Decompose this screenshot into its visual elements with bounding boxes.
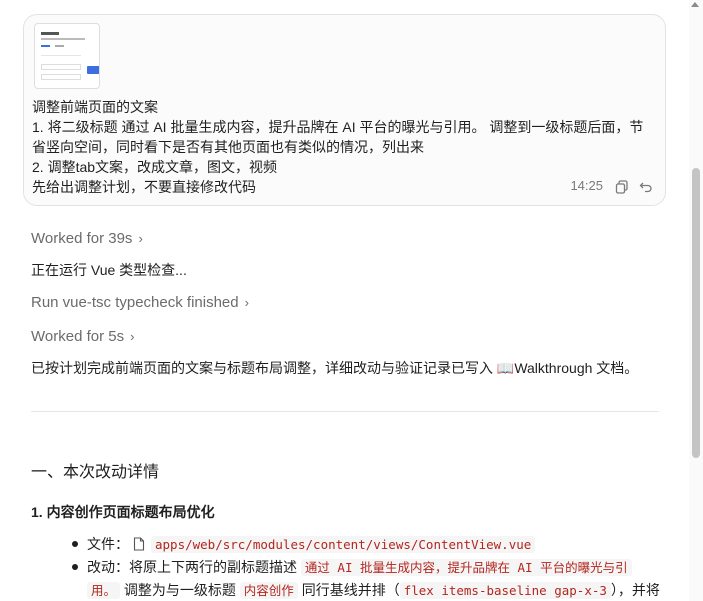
bullet-dot: [72, 564, 78, 570]
section-heading: 一、本次改动详情: [31, 464, 160, 481]
scrollbar-thumb[interactable]: [692, 168, 700, 458]
user-message-line: 先给出调整计划，不要直接修改代码: [32, 179, 256, 195]
divider: [31, 411, 659, 412]
typecheck-toggle[interactable]: Run vue-tsc typecheck finished ›: [31, 293, 249, 313]
user-message-line: 调整前端页面的文案: [32, 99, 158, 115]
user-message-line: 1. 将二级标题 通过 AI 批量生成内容，提升品牌在 AI 平台的曝光与引用。…: [32, 119, 644, 135]
scrollbar[interactable]: [689, 0, 703, 601]
running-status: 正在运行 Vue 类型检查...: [31, 262, 187, 278]
change-text: 调整为与一级标题: [120, 582, 240, 598]
scroll-up-arrow-icon[interactable]: [691, 2, 699, 7]
code-snippet: 内容创作: [239, 582, 298, 599]
summary-text: 已按计划完成前端页面的文案与标题布局调整，详细改动与验证记录已写入: [31, 360, 497, 376]
change-text: 改动：将原上下两行的副标题描述: [87, 559, 301, 575]
walkthrough-link[interactable]: Walkthrough: [514, 360, 592, 376]
code-snippet: flex items-baseline gap-x-3: [399, 582, 611, 599]
summary-text-end: 文档。: [592, 360, 639, 376]
file-path[interactable]: apps/web/src/modules/content/views/Conte…: [151, 536, 536, 553]
book-icon: 📖: [496, 360, 515, 376]
change-text: 同行基线并排（: [297, 582, 400, 598]
undo-icon[interactable]: [639, 180, 653, 194]
subsection-heading: 1. 内容创作页面标题布局优化: [31, 504, 215, 520]
code-snippet: 用。: [87, 582, 121, 599]
chevron-right-icon: ›: [138, 231, 143, 246]
typecheck-label: Run vue-tsc typecheck finished: [31, 294, 239, 311]
change-text: ），并将: [610, 582, 660, 598]
attached-screenshot-thumbnail[interactable]: [34, 23, 100, 89]
user-message-line: 省竖向空间，同时看下是否有其他页面也有类似的情况，列出来: [32, 139, 424, 155]
worked-for-toggle[interactable]: Worked for 39s ›: [31, 229, 143, 249]
user-message-line: 2. 调整tab文案，改成文章，图文，视频: [32, 159, 278, 175]
chevron-right-icon: ›: [130, 329, 135, 344]
list-item-file: 文件： apps/web/src/modules/content/views/Co…: [87, 533, 667, 556]
file-icon: [133, 537, 145, 551]
summary-paragraph: 已按计划完成前端页面的文案与标题布局调整，详细改动与验证记录已写入 📖Walkt…: [31, 358, 638, 378]
message-timestamp: 14:25: [570, 178, 603, 193]
chevron-right-icon: ›: [244, 295, 249, 310]
user-message-card: 调整前端页面的文案 1. 将二级标题 通过 AI 批量生成内容，提升品牌在 AI…: [23, 14, 666, 206]
list-item-change: 改动：将原上下两行的副标题描述 通过 AI 批量生成内容，提升品牌在 AI 平台…: [87, 556, 667, 601]
code-snippet: 通过 AI 批量生成内容，提升品牌在 AI 平台的曝光与引: [300, 559, 632, 576]
worked-for-label: Worked for 5s: [31, 328, 125, 345]
worked-for-toggle[interactable]: Worked for 5s ›: [31, 327, 134, 347]
bullet-dot: [72, 541, 78, 547]
file-label: 文件：: [87, 536, 129, 552]
user-message-text: 调整前端页面的文案 1. 将二级标题 通过 AI 批量生成内容，提升品牌在 AI…: [32, 97, 652, 197]
worked-for-label: Worked for 39s: [31, 230, 133, 247]
copy-icon[interactable]: [615, 180, 629, 194]
